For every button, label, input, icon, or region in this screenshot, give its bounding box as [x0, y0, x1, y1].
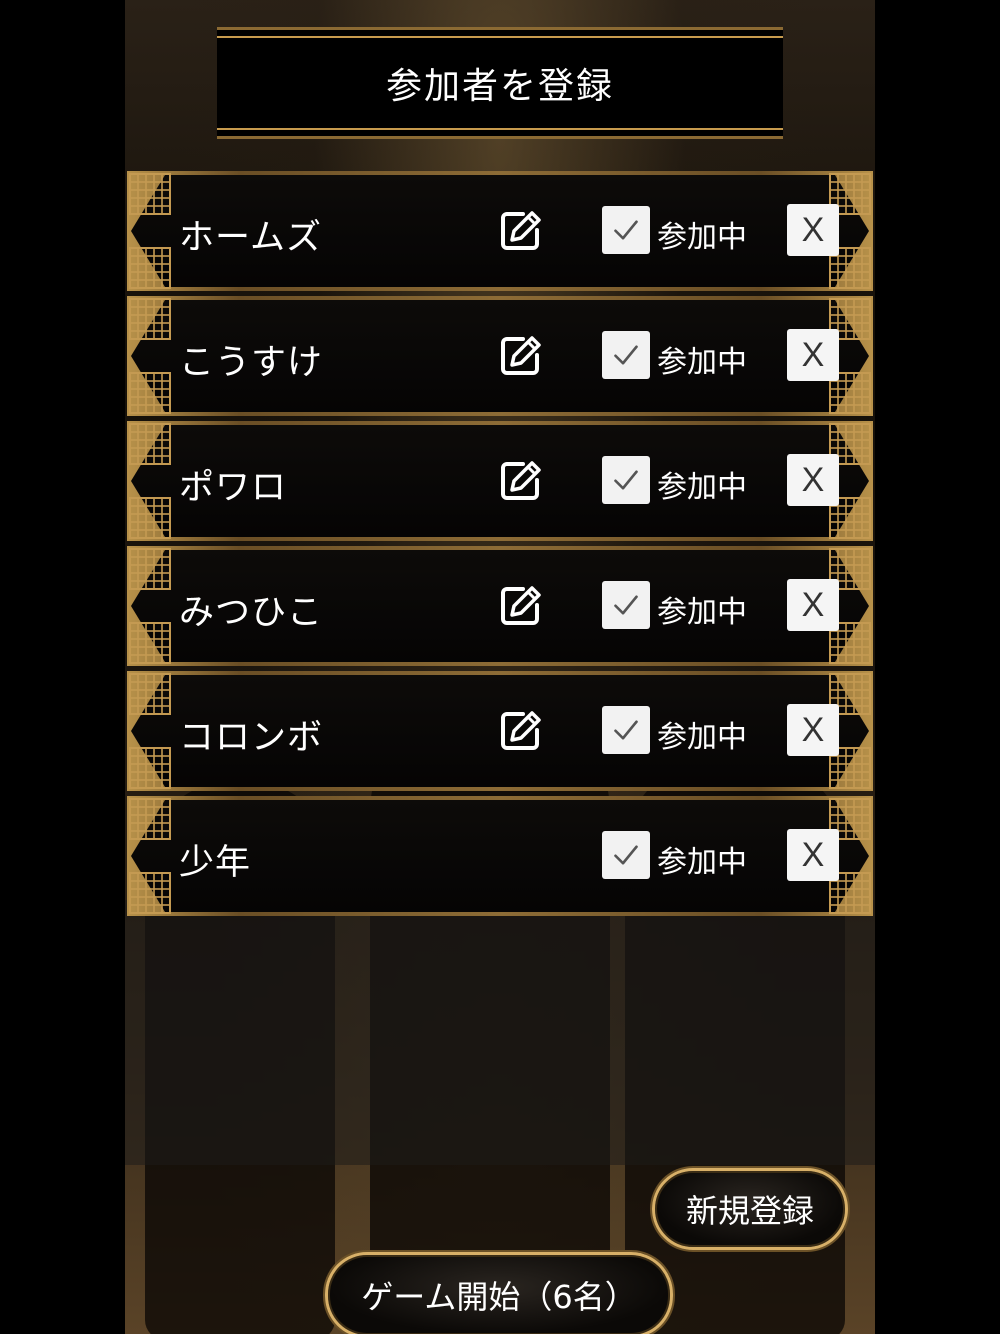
participant-name: ポワロ	[179, 468, 288, 508]
ornament-corner	[129, 673, 171, 715]
page-header: 参加者を登録	[217, 27, 783, 139]
ornament-corner	[129, 798, 171, 840]
participant-row: ホームズ 参加中 X	[127, 171, 873, 291]
edit-icon[interactable]	[499, 583, 543, 627]
checkmark-icon	[608, 462, 644, 498]
remove-participant-button[interactable]: X	[787, 579, 839, 631]
remove-participant-button[interactable]: X	[787, 204, 839, 256]
ornament-corner	[129, 423, 171, 465]
participant-name: コロンボ	[179, 718, 324, 758]
participating-checkbox[interactable]	[602, 581, 650, 629]
edit-icon[interactable]	[499, 708, 543, 752]
checkmark-icon	[608, 712, 644, 748]
ornament-corner	[129, 548, 171, 590]
ornament-corner	[129, 622, 171, 664]
background-overlay	[125, 900, 875, 1165]
edit-icon[interactable]	[499, 458, 543, 502]
participant-row: 少年 参加中 X	[127, 796, 873, 916]
participating-status: 参加中	[657, 345, 747, 380]
ornament-corner	[129, 173, 171, 215]
participating-status: 参加中	[657, 845, 747, 880]
ornament-corner	[129, 247, 171, 289]
participating-checkbox[interactable]	[602, 456, 650, 504]
remove-participant-button[interactable]: X	[787, 329, 839, 381]
participating-checkbox[interactable]	[602, 831, 650, 879]
ornament-corner	[129, 497, 171, 539]
checkmark-icon	[608, 837, 644, 873]
checkmark-icon	[608, 212, 644, 248]
participant-name: ホームズ	[179, 218, 322, 258]
remove-participant-button[interactable]: X	[787, 454, 839, 506]
page-title: 参加者を登録	[385, 66, 614, 107]
remove-participant-button[interactable]: X	[787, 704, 839, 756]
participating-status: 参加中	[657, 470, 747, 505]
remove-participant-button[interactable]: X	[787, 829, 839, 881]
participating-status: 参加中	[657, 220, 747, 255]
participating-checkbox[interactable]	[602, 331, 650, 379]
participant-row: ポワロ 参加中 X	[127, 421, 873, 541]
participating-status: 参加中	[657, 720, 747, 755]
app-screen: 参加者を登録 ホームズ 参加中 X こうすけ 参加中 X ポワロ 参加中 X みつひこ 参加中 X コロ…	[125, 0, 875, 1334]
checkmark-icon	[608, 587, 644, 623]
edit-icon[interactable]	[499, 208, 543, 252]
participant-name: こうすけ	[179, 343, 324, 383]
participant-name: 少年	[179, 843, 252, 883]
participant-name: みつひこ	[179, 593, 324, 633]
participant-row: コロンボ 参加中 X	[127, 671, 873, 791]
ornament-corner	[129, 872, 171, 914]
participating-checkbox[interactable]	[602, 206, 650, 254]
participant-row: こうすけ 参加中 X	[127, 296, 873, 416]
ornament-corner	[129, 372, 171, 414]
participating-status: 参加中	[657, 595, 747, 630]
ornament-corner	[129, 747, 171, 789]
new-register-button[interactable]: 新規登録	[652, 1168, 848, 1250]
participating-checkbox[interactable]	[602, 706, 650, 754]
start-game-button[interactable]: ゲーム開始（6名）	[325, 1252, 673, 1334]
checkmark-icon	[608, 337, 644, 373]
edit-icon[interactable]	[499, 333, 543, 377]
participant-row: みつひこ 参加中 X	[127, 546, 873, 666]
ornament-corner	[129, 298, 171, 340]
